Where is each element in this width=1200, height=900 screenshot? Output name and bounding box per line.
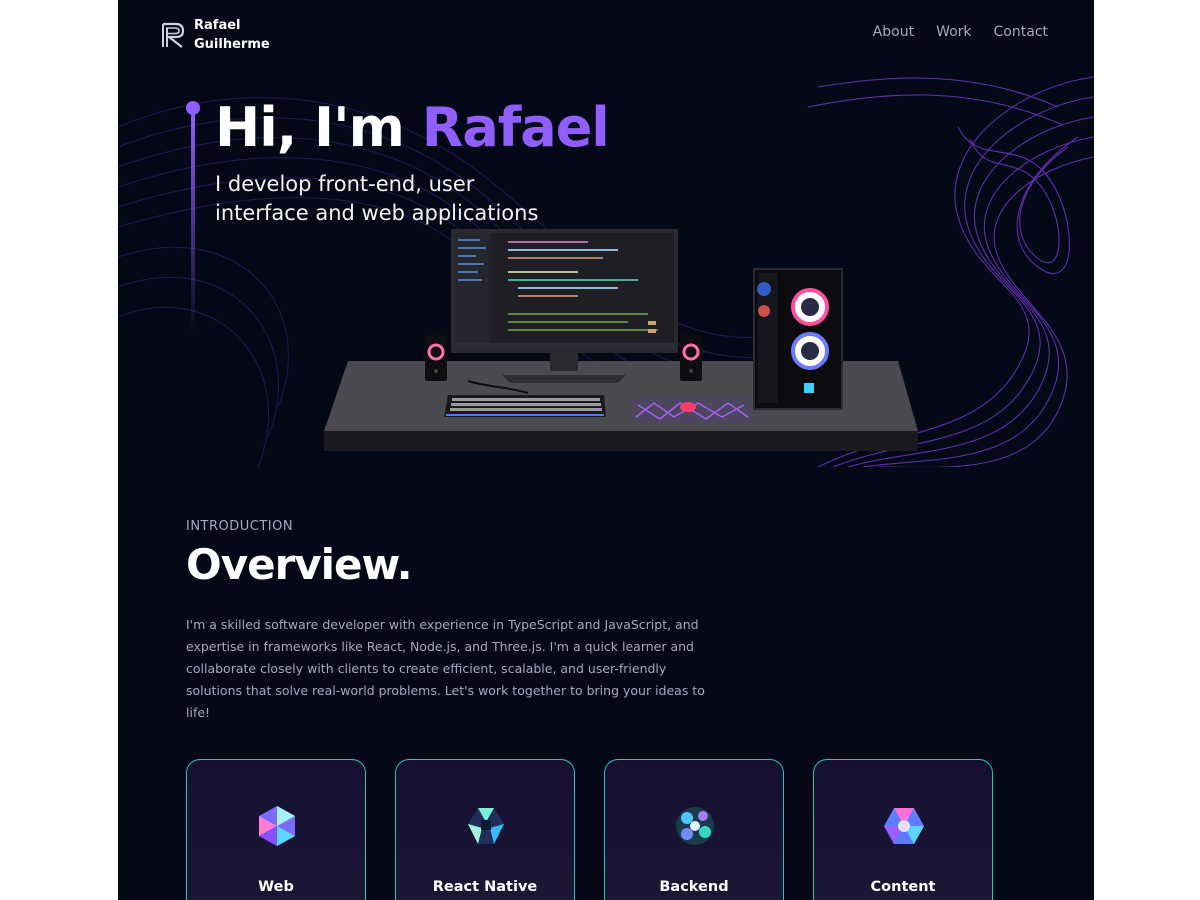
service-card-title: Content — [870, 879, 936, 895]
desk-setup-3d-canvas[interactable] — [318, 227, 928, 457]
service-cards: Web React Native Backend Content — [186, 759, 993, 900]
hero-greeting: Hi, I'm — [215, 96, 405, 159]
logo-icon — [162, 22, 185, 48]
service-card-web[interactable]: Web — [186, 759, 366, 900]
service-card-title: React Native — [432, 879, 538, 895]
hero-subtitle-line2: interface and web applications — [215, 201, 539, 225]
logo-first-name: Rafael — [194, 18, 241, 33]
overview-paragraph: I'm a skilled software developer with ex… — [186, 617, 705, 720]
logo-last-name: Guilherme — [194, 37, 270, 52]
nav-contact-link[interactable]: Contact — [994, 24, 1048, 40]
nav-about-link[interactable]: About — [873, 24, 914, 40]
service-card-backend[interactable]: Backend — [604, 759, 784, 900]
accent-dot — [186, 101, 200, 115]
accent-line — [191, 115, 195, 335]
hero-title: Hi, I'm Rafael — [215, 93, 610, 163]
nav-links: About Work Contact — [873, 24, 1048, 40]
top-navbar: Rafael Guilherme About Work Contact — [118, 0, 1094, 67]
service-card-title: Backend — [659, 879, 729, 895]
hero-subtitle-line1: I develop front-end, user — [215, 172, 475, 196]
hero-subtitle: I develop front-end, user interface and … — [215, 170, 595, 228]
hero-name: Rafael — [421, 96, 610, 159]
logo-link[interactable]: Rafael Guilherme — [160, 16, 270, 54]
portfolio-page: Rafael Guilherme About Work Contact Hi, … — [118, 0, 1094, 900]
service-card-title: Web — [258, 879, 294, 895]
overview-heading: Overview. — [186, 540, 413, 589]
hero-section: Hi, I'm Rafael I develop front-end, user… — [118, 67, 1094, 467]
nav-work-link[interactable]: Work — [936, 24, 971, 40]
section-kicker: INTRODUCTION — [186, 519, 294, 534]
logo-text: Rafael Guilherme — [194, 16, 270, 54]
service-card-content[interactable]: Content — [813, 759, 993, 900]
service-card-react-native[interactable]: React Native — [395, 759, 575, 900]
backend-icon — [676, 807, 714, 845]
react-native-icon — [468, 808, 504, 844]
content-icon — [884, 808, 924, 844]
web-icon — [259, 806, 295, 846]
